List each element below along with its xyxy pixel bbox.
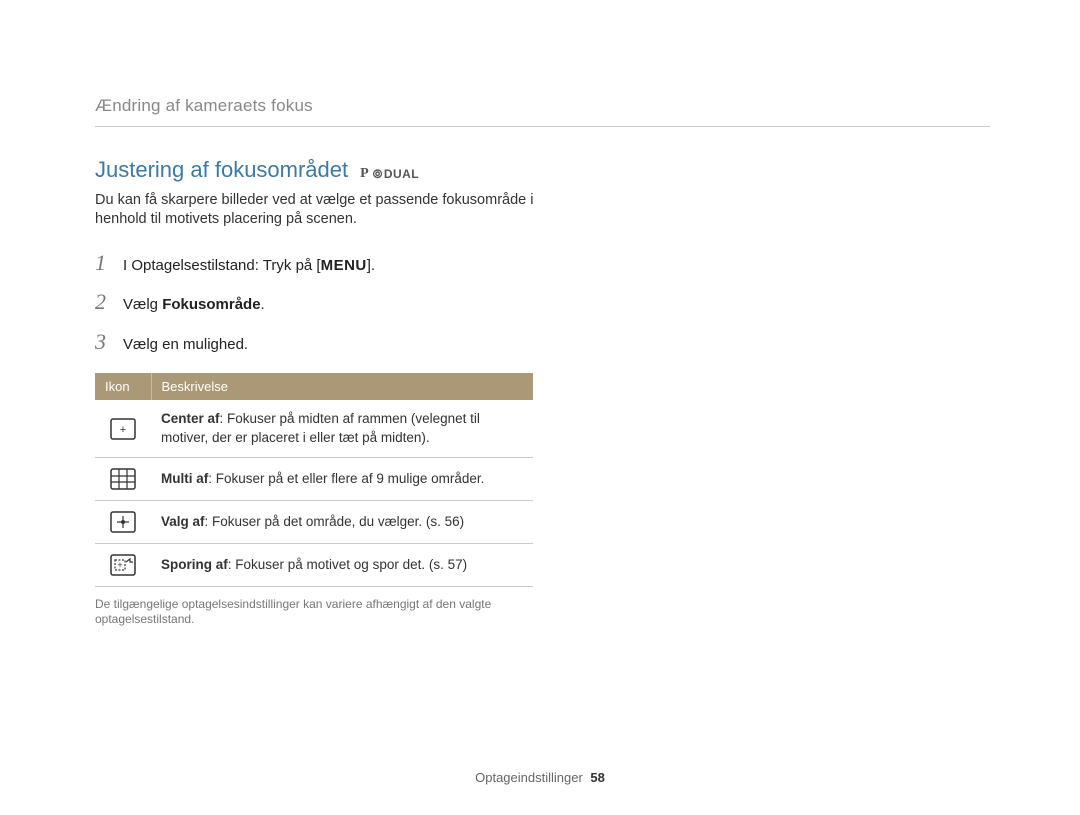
step1-prefix: I Optagelsestilstand: Tryk på [: [123, 257, 321, 274]
menu-button-label: MENU: [321, 257, 367, 274]
row-desc: : Fokuser på det område, du vælger. (s. …: [205, 514, 465, 529]
step-1: 1 I Optagelsestilstand: Tryk på [MENU].: [95, 248, 990, 278]
cell-desc: Sporing af: Fokuser på motivet og spor d…: [151, 543, 533, 586]
step-2: 2 Vælg Fokusområde.: [95, 287, 990, 317]
row-title: Multi af: [161, 471, 208, 486]
section-intro: Du kan få skarpere billeder ved at vælge…: [95, 191, 535, 230]
table-row: + Sporing af: Fokuser på motivet og spor…: [95, 543, 533, 586]
row-title: Valg af: [161, 514, 205, 529]
step2-suffix: .: [261, 296, 265, 313]
steps-list: 1 I Optagelsestilstand: Tryk på [MENU]. …: [95, 248, 990, 357]
step-text: Vælg en mulighed.: [123, 335, 248, 355]
row-title: Center af: [161, 411, 220, 426]
svg-text:+: +: [117, 560, 122, 570]
footnote: De tilgængelige optagelsesindstillinger …: [95, 597, 525, 628]
table-row: Valg af: Fokuser på det område, du vælge…: [95, 500, 533, 543]
cell-desc: Center af: Fokuser på midten af rammen (…: [151, 400, 533, 457]
center-af-icon: +: [110, 418, 136, 440]
dual-icon: ⦾: [373, 168, 383, 180]
mode-badges: P ⦾DUAL: [360, 165, 419, 184]
cell-desc: Valg af: Fokuser på det område, du vælge…: [151, 500, 533, 543]
svg-text:+: +: [120, 424, 126, 436]
step-text: Vælg Fokusområde.: [123, 295, 265, 315]
step2-prefix: Vælg: [123, 296, 162, 313]
page-footer: Optageindstillinger 58: [0, 769, 1080, 787]
step1-suffix: ].: [367, 257, 375, 274]
step-number: 1: [95, 248, 113, 278]
focus-options-table: Ikon Beskrivelse + Center af: Fokuser på…: [95, 373, 533, 587]
table-row: Multi af: Fokuser på et eller flere af 9…: [95, 457, 533, 500]
table-row: + Center af: Fokuser på midten af rammen…: [95, 400, 533, 457]
step2-bold: Fokusområde: [162, 296, 260, 313]
select-af-icon: [110, 511, 136, 533]
step-number: 3: [95, 327, 113, 357]
tracking-af-icon: +: [110, 554, 136, 576]
row-desc: : Fokuser på motivet og spor det. (s. 57…: [228, 557, 467, 572]
row-title: Sporing af: [161, 557, 228, 572]
breadcrumb: Ændring af kameraets fokus: [95, 95, 990, 127]
footer-section: Optageindstillinger: [475, 770, 583, 785]
footer-page-number: 58: [590, 770, 604, 785]
row-desc: : Fokuser på et eller flere af 9 mulige …: [208, 471, 484, 486]
step-text: I Optagelsestilstand: Tryk på [MENU].: [123, 256, 375, 276]
col-header-icon: Ikon: [95, 373, 151, 401]
cell-desc: Multi af: Fokuser på et eller flere af 9…: [151, 457, 533, 500]
mode-p-badge: P: [360, 165, 369, 184]
mode-dual-badge: ⦾DUAL: [373, 166, 419, 182]
multi-af-icon: [110, 468, 136, 490]
section-title: Justering af fokusområdet: [95, 155, 348, 185]
mode-dual-label: DUAL: [384, 167, 419, 181]
step-3: 3 Vælg en mulighed.: [95, 327, 990, 357]
step-number: 2: [95, 287, 113, 317]
col-header-desc: Beskrivelse: [151, 373, 533, 401]
